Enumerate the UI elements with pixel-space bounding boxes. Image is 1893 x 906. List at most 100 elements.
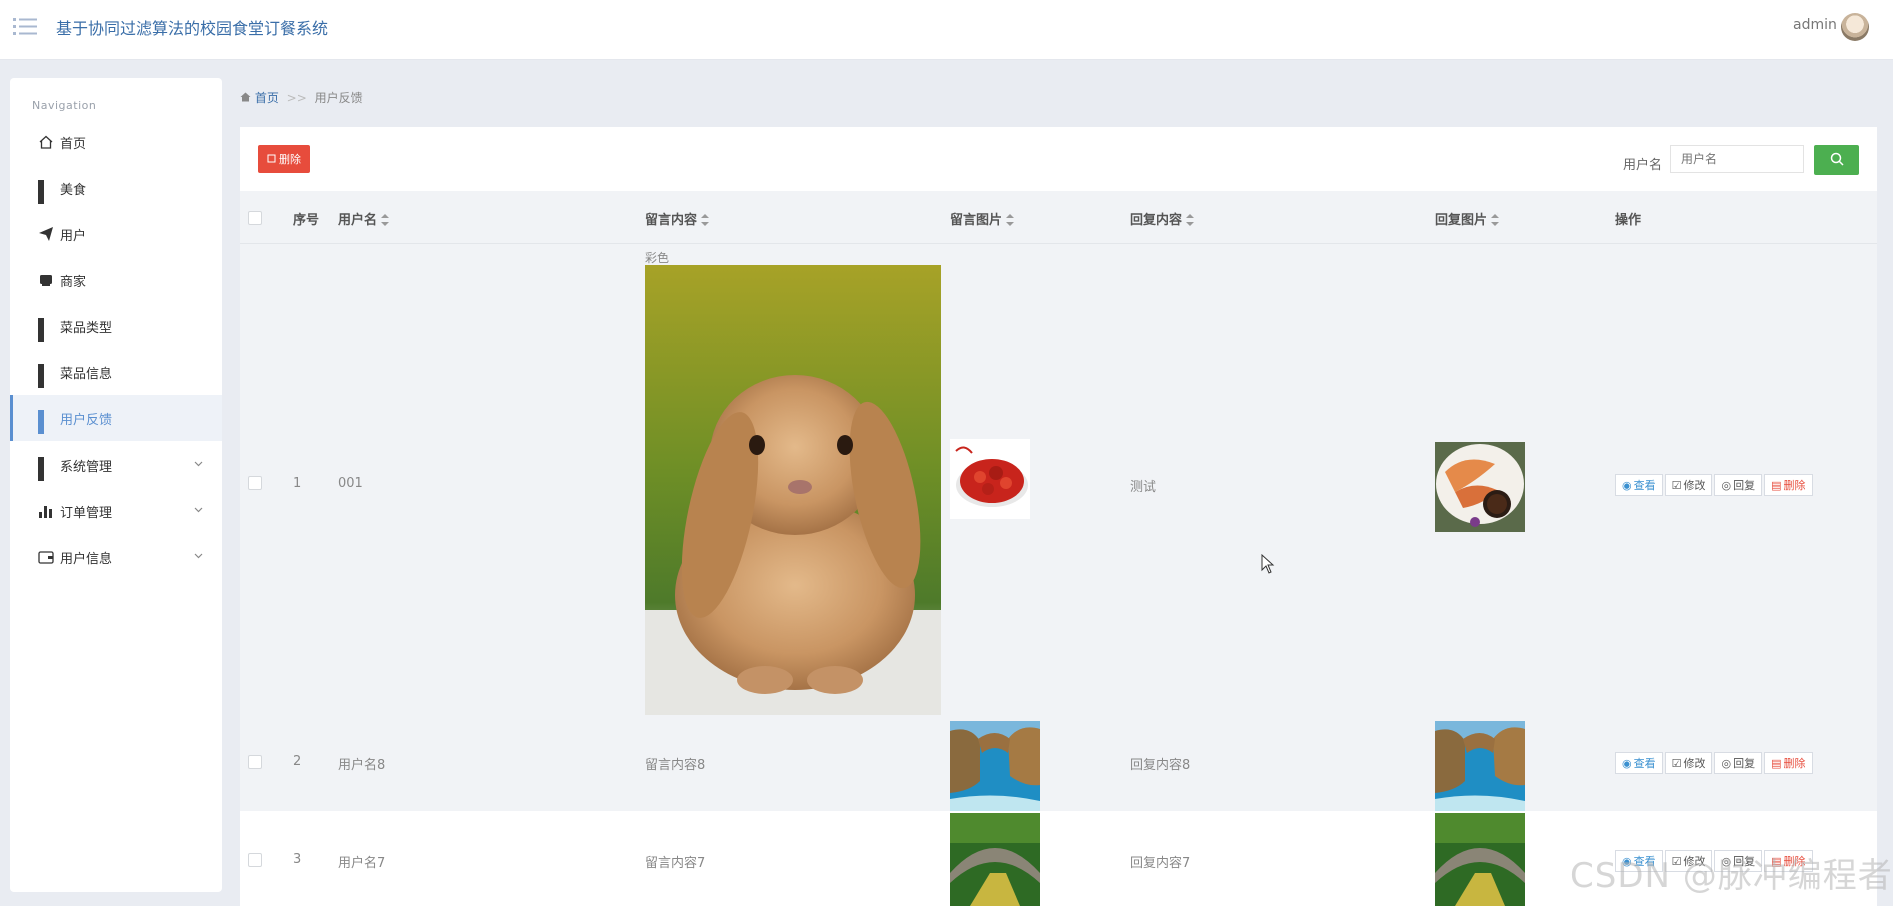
breadcrumb-current: 用户反馈 <box>314 91 363 105</box>
top-bar: 基于协同过滤算法的校园食堂订餐系统 admin <box>0 0 1893 60</box>
reply-icon: ◎ <box>1721 478 1732 492</box>
select-all-checkbox[interactable] <box>248 211 262 225</box>
edit-button[interactable]: ☑ 修改 <box>1664 474 1713 496</box>
view-button[interactable]: ◉ 查看 <box>1615 752 1663 774</box>
column-header-username[interactable]: 用户名 <box>338 209 390 228</box>
app-title: 基于协同过滤算法的校园食堂订餐系统 <box>56 19 329 38</box>
delete-button[interactable]: ▤ 删除 <box>1764 752 1813 774</box>
column-header-reply-image[interactable]: 回复图片 <box>1435 209 1500 228</box>
trash-icon: ▤ <box>1771 756 1782 770</box>
home-icon <box>240 91 255 105</box>
content-caption: 彩色 <box>645 251 670 265</box>
chevron-down-icon <box>194 456 203 467</box>
sidebar-item-users[interactable]: 用户 <box>10 211 222 257</box>
stone-bridge-photo[interactable] <box>1435 813 1525 906</box>
sidebar-item-label: 订单管理 <box>60 505 113 521</box>
reply-button[interactable]: ◎ 回复 <box>1714 474 1763 496</box>
trash-icon <box>267 153 276 166</box>
reply-button-label: 回复 <box>1733 757 1756 770</box>
sort-icon[interactable] <box>701 214 710 226</box>
row-checkbox[interactable] <box>248 476 262 490</box>
username-search-input[interactable] <box>1670 145 1804 173</box>
sort-icon[interactable] <box>1186 214 1195 226</box>
sidebar-item-label: 菜品信息 <box>60 366 113 382</box>
sidebar-item-label: 用户反馈 <box>60 412 113 428</box>
delete-button-label: 删除 <box>1783 479 1806 492</box>
column-header-index: 序号 <box>293 213 320 228</box>
table-header: 序号 用户名 留言内容 留言图片 回复内容 回复图片 操作 <box>240 191 1877 244</box>
row-username: 用户名7 <box>338 856 386 871</box>
sidebar-item-label: 美食 <box>60 182 87 198</box>
row-actions: ◉ 查看 ☑ 修改 ◎ 回复 ▤ 删除 <box>1615 474 1815 496</box>
column-header-label: 留言内容 <box>645 213 698 228</box>
sidebar-item-dish-types[interactable]: 菜品类型 <box>10 303 222 349</box>
row-username: 用户名8 <box>338 758 386 773</box>
delete-button[interactable]: ▤ 删除 <box>1764 474 1813 496</box>
column-header-content[interactable]: 留言内容 <box>645 209 710 228</box>
avatar[interactable] <box>1841 13 1869 41</box>
row-reply: 回复内容8 <box>1130 758 1191 773</box>
sidebar-item-dish-info[interactable]: 菜品信息 <box>10 349 222 395</box>
grid-icon <box>38 410 54 434</box>
sidebar-item-food[interactable]: 美食 <box>10 165 222 211</box>
edit-button-label: 修改 <box>1683 479 1706 492</box>
delete-button-label: 删除 <box>1783 757 1806 770</box>
search-button[interactable] <box>1814 145 1859 175</box>
view-button[interactable]: ◉ 查看 <box>1615 474 1663 496</box>
home-icon <box>38 134 54 150</box>
row-reply: 测试 <box>1130 480 1157 495</box>
sort-icon[interactable] <box>1491 214 1500 226</box>
main-panel: 删除 用户名 序号 用户名 留言内容 留言图片 回复内容 回复图片 操作 1 0… <box>240 127 1877 906</box>
chevron-down-icon <box>194 502 203 513</box>
sidebar: Navigation 首页 美食 用户 商家 菜品类型 菜品信息 用户反馈 系统… <box>10 78 222 892</box>
rabbit-photo[interactable] <box>645 265 941 715</box>
bar-chart-icon <box>38 503 54 519</box>
wallet-icon <box>38 549 54 565</box>
paper-plane-icon <box>38 226 54 242</box>
edit-button[interactable]: ☑ 修改 <box>1664 752 1713 774</box>
column-header-message-image[interactable]: 留言图片 <box>950 209 1015 228</box>
stone-bridge-photo[interactable] <box>950 813 1040 906</box>
sidebar-item-feedback[interactable]: 用户反馈 <box>10 395 222 441</box>
search-label: 用户名 <box>1623 158 1663 173</box>
sidebar-item-user-info[interactable]: 用户信息 <box>10 534 222 580</box>
breadcrumb: 首页 >> 用户反馈 <box>240 89 363 106</box>
list-menu-icon[interactable] <box>13 16 37 36</box>
reply-button[interactable]: ◎ 回复 <box>1714 752 1763 774</box>
sea-arch-photo[interactable] <box>950 721 1040 811</box>
batch-delete-button[interactable]: 删除 <box>258 145 310 173</box>
row-checkbox[interactable] <box>248 853 262 867</box>
crayfish-photo[interactable] <box>950 439 1030 519</box>
sort-icon[interactable] <box>1006 214 1015 226</box>
shrimp-dish-photo[interactable] <box>1435 442 1525 532</box>
sidebar-item-merchants[interactable]: 商家 <box>10 257 222 303</box>
row-content: 留言内容7 <box>645 856 706 871</box>
row-checkbox[interactable] <box>248 755 262 769</box>
breadcrumb-home-link[interactable]: 首页 <box>255 91 279 105</box>
chevron-down-icon <box>194 548 203 559</box>
user-name[interactable]: admin <box>1793 17 1837 33</box>
sort-icon[interactable] <box>381 214 390 226</box>
sidebar-item-home[interactable]: 首页 <box>10 119 222 165</box>
eye-icon: ◉ <box>1622 756 1632 770</box>
row-index: 2 <box>293 754 302 769</box>
edit-button-label: 修改 <box>1683 757 1706 770</box>
table-row: 2 用户名8 留言内容8 回复内容8 ◉ 查看 ☑ 修改 ◎ 回复 ▤ 删除 <box>240 715 1877 811</box>
grid-icon <box>38 180 54 204</box>
sea-arch-photo[interactable] <box>1435 721 1525 811</box>
column-header-label: 回复图片 <box>1435 213 1488 228</box>
search-icon <box>1830 151 1844 170</box>
mouse-cursor-icon <box>1261 553 1275 574</box>
column-header-reply[interactable]: 回复内容 <box>1130 209 1195 228</box>
sidebar-item-label: 首页 <box>60 136 87 152</box>
breadcrumb-separator: >> <box>286 91 307 105</box>
edit-icon: ☑ <box>1671 756 1682 770</box>
row-actions: ◉ 查看 ☑ 修改 ◎ 回复 ▤ 删除 <box>1615 752 1815 774</box>
view-button-label: 查看 <box>1633 757 1656 770</box>
store-icon <box>38 272 54 288</box>
sidebar-item-system[interactable]: 系统管理 <box>10 442 222 488</box>
grid-icon <box>38 364 54 388</box>
column-header-label: 回复内容 <box>1130 213 1183 228</box>
sidebar-item-label: 用户 <box>60 228 87 244</box>
sidebar-item-orders[interactable]: 订单管理 <box>10 488 222 534</box>
